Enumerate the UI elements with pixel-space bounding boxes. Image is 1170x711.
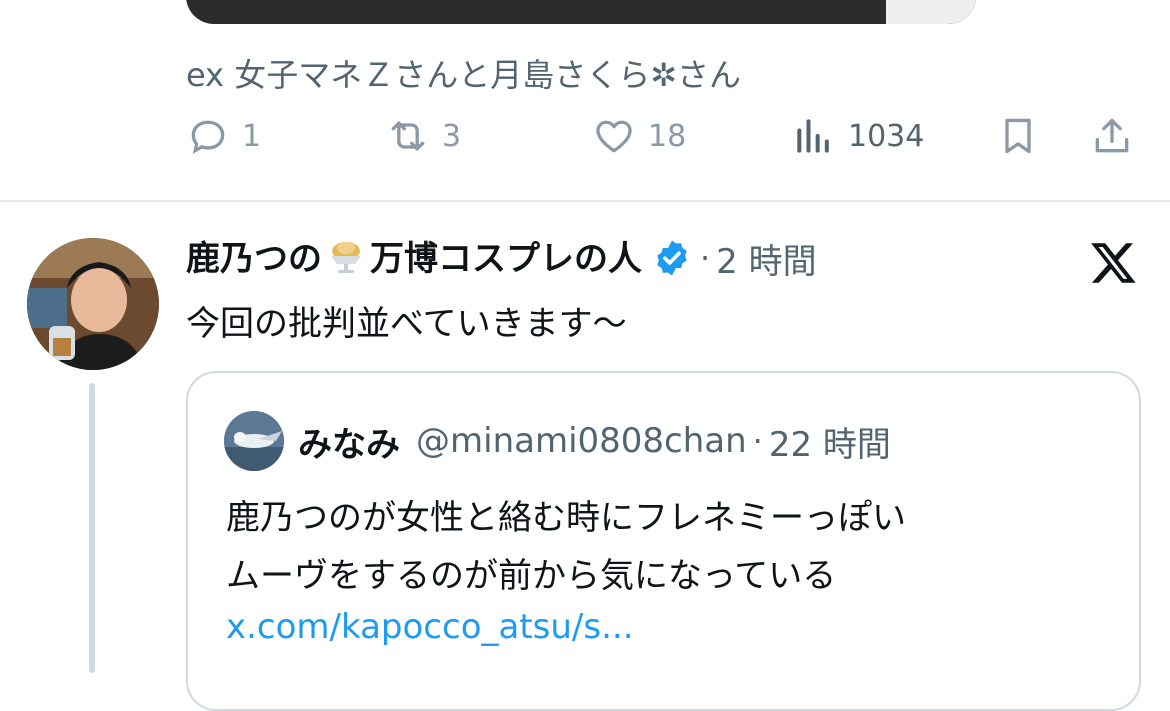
like-button[interactable]: 18 [592,112,686,160]
quoted-link[interactable]: x.com/kapocco_atsu/s... [226,607,634,647]
quoted-display-name: みなみ [298,424,400,465]
avatar[interactable] [27,238,159,370]
views-chart-icon [797,119,829,153]
views-button[interactable]: 1034 [792,112,924,160]
reply-button[interactable]: 1 [186,112,261,160]
x-logo-icon[interactable] [1088,238,1140,288]
quoted-avatar [224,411,284,471]
reply-count: 1 [242,118,262,154]
ice-cream-sundae-emoji [326,236,366,285]
retweet-icon [391,121,425,151]
quoted-tweet-text: 鹿乃つのが女性と絡む時にフレネミーっぽい ムーヴをするのが前から気になっている [226,489,906,605]
display-name-part: 鹿乃つの [186,239,322,279]
like-count: 18 [648,118,687,154]
quoted-text-line: 鹿乃つのが女性と絡む時にフレネミーっぽい [226,498,906,538]
tweet-header: 鹿乃つの 万博コスプレの人 · 2 時間 [186,232,817,284]
separator-dot: · [700,239,711,277]
retweet-count: 3 [442,118,462,154]
tweet-action-bar: 1 3 18 1034 [0,112,1170,160]
views-count: 1034 [848,118,925,154]
quoted-tweet-header: みなみ @minami0808chan · 22 時間 [224,409,891,473]
quoted-handle: @minami0808chan [416,421,747,461]
share-icon [1095,118,1129,153]
media-detail [886,0,976,24]
media-image[interactable] [186,0,976,24]
share-button[interactable] [1090,112,1134,160]
avatar-image [27,238,159,370]
quoted-text-line: ムーヴをするのが前から気になっている [226,556,837,596]
quoted-tweet-card[interactable]: みなみ @minami0808chan · 22 時間 鹿乃つのが女性と絡む時に… [186,371,1141,711]
tweet-text: 今回の批判並べていきます〜 [186,304,627,344]
tagged-users[interactable]: ex 女子マネＺさんと月島さくら✲さん [186,50,741,96]
display-name[interactable]: 鹿乃つの 万博コスプレの人 [186,231,642,285]
heart-icon [596,120,632,153]
bookmark-button[interactable] [996,112,1040,160]
quoted-avatar-image [224,411,284,471]
reply-icon [191,120,225,154]
retweet-button[interactable]: 3 [386,112,461,160]
bookmark-icon [1005,118,1031,154]
verified-badge-icon[interactable] [652,238,692,278]
separator-dot: · [752,422,763,460]
display-name-part: 万博コスプレの人 [370,239,642,279]
thread-connector [89,383,95,673]
quoted-time: 22 時間 [768,424,891,465]
tweet-divider [0,200,1170,202]
tweet-time[interactable]: 2 時間 [716,234,816,283]
